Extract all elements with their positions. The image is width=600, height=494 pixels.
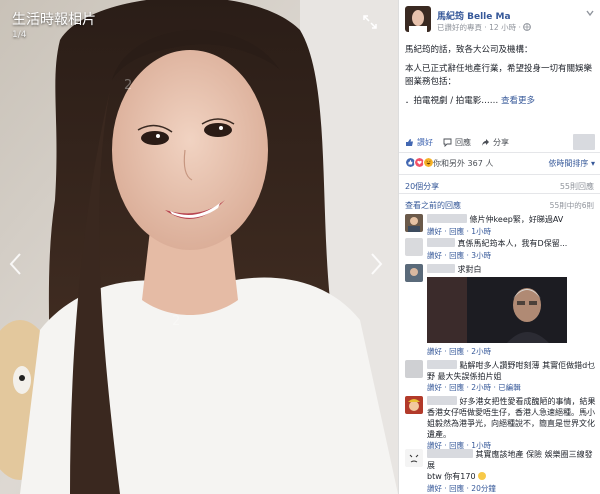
commenter-avatar[interactable] xyxy=(405,264,423,282)
post-meta-text: 已讚好的專頁 · 12 小時 · xyxy=(437,23,521,32)
comment: 點解咁多人讚野咁刻薄 其實佢做錯d乜野 最大失誤係拍片姐 讚好 · 回應 · 2… xyxy=(405,360,597,394)
comment-actions[interactable]: 讚好 · 回應 · 20分鐘 xyxy=(427,483,496,494)
post-panel: 馬紀筠 Belle Ma 已讚好的專頁 · 12 小時 · 馬紀筠的話，致各大公… xyxy=(398,0,600,494)
post-header: 馬紀筠 Belle Ma 已讚好的專頁 · 12 小時 · xyxy=(405,6,595,34)
post-paragraph-text: ．拍電視劇 / 拍電影…… xyxy=(405,96,499,106)
comment-actions[interactable]: 讚好 · 回應 · 1小時 xyxy=(427,226,491,237)
next-photo-icon[interactable] xyxy=(368,252,384,276)
comment-body: 條片仲keep緊，好睇過AV xyxy=(469,215,564,224)
redacted-name xyxy=(427,449,473,458)
action-bar: 讚好 回應 分享 xyxy=(405,134,595,150)
comment-body: 求對白 xyxy=(457,265,482,274)
commenter-avatar[interactable] xyxy=(405,214,423,232)
reaction-count: 你和另外 367 人 xyxy=(433,159,494,168)
comment-button[interactable]: 回應 xyxy=(443,137,471,148)
comment-text: 點解咁多人讚野咁刻薄 其實佢做錯d乜野 最大失誤係拍片姐 xyxy=(427,360,597,382)
smile-emoji-icon xyxy=(478,472,487,480)
comment-text: 真係馬紀筠本人，我有D保留... xyxy=(427,238,597,249)
comment-body: 真係馬紀筠本人，我有D保留... xyxy=(457,239,568,248)
comment-count: 55則中的6則 xyxy=(549,201,594,210)
see-more-link[interactable]: 查看更多 xyxy=(501,96,535,106)
comment-text: 求對白 xyxy=(427,264,597,275)
comment: 真係馬紀筠本人，我有D保留... 讚好 · 回應 · 3小時 xyxy=(405,238,597,262)
comment-body-line: btw 你有170 xyxy=(427,472,476,481)
commenter-avatar[interactable] xyxy=(405,449,423,467)
share-button[interactable]: 分享 xyxy=(481,137,509,148)
post-paragraph: ．拍電視劇 / 拍電影…… 查看更多 xyxy=(405,95,593,108)
commenter-avatar[interactable] xyxy=(405,396,423,414)
sort-order-label: 依時間排序 xyxy=(548,159,589,168)
comment: 好多港女把性愛看成醜陋的事情，結果香港女仔唔做愛唔生仔，香港人急速絕種。馬小姐毅… xyxy=(405,396,597,450)
thumbs-up-icon xyxy=(406,138,413,146)
comment-actions[interactable]: 讚好 · 回應 · 2小時 · 已編輯 xyxy=(427,382,521,393)
watermark: 2 xyxy=(172,314,181,329)
redacted-name xyxy=(427,238,455,247)
album-title: 生活時報相片 xyxy=(12,12,96,28)
comment-label: 回應 xyxy=(455,137,471,147)
divider xyxy=(399,152,600,153)
sort-order-dropdown[interactable]: 依時間排序 ▾ xyxy=(548,158,595,169)
watermark: 2 xyxy=(124,78,133,93)
photo-viewer[interactable]: 生活時報相片 1/4 2 2 xyxy=(0,0,398,494)
photo-counter: 1/4 xyxy=(12,30,27,40)
like-label: 讚好 xyxy=(417,137,433,147)
redacted-avatar xyxy=(573,134,595,150)
post-text: 馬紀筠的話，致各大公司及機構： 本人已正式辭任地產行業，希望投身一切有關娛樂圈業… xyxy=(405,44,593,114)
post-paragraph: 本人已正式辭任地產行業，希望投身一切有關娛樂圈業務包括： xyxy=(405,64,593,87)
author-name[interactable]: 馬紀筠 Belle Ma xyxy=(437,9,511,22)
comment-text: 條片仲keep緊，好睇過AV xyxy=(427,214,597,225)
comment: 條片仲keep緊，好睇過AV 讚好 · 回應 · 1小時 xyxy=(405,214,597,238)
post-paragraph: 馬紀筠的話，致各大公司及機構： xyxy=(405,45,533,55)
comment-image[interactable] xyxy=(427,277,567,343)
divider xyxy=(399,193,600,194)
share-label: 分享 xyxy=(493,137,509,147)
comment: 其實應該地產 保險 娛樂圈三線發展 btw 你有170 讚好 · 回應 · 20分… xyxy=(405,449,597,493)
like-button[interactable]: 讚好 xyxy=(405,137,433,148)
comment-text: 好多港女把性愛看成醜陋的事情，結果香港女仔唔做愛唔生仔，香港人急速絕種。馬小姐毅… xyxy=(427,396,597,440)
previous-photo-icon[interactable] xyxy=(8,252,24,276)
globe-icon xyxy=(523,23,532,31)
post-meta: 已讚好的專頁 · 12 小時 · xyxy=(437,22,532,33)
replies-count: 55則回應 xyxy=(559,182,594,191)
commenter-avatar[interactable] xyxy=(405,238,423,256)
comment-actions[interactable]: 讚好 · 回應 · 2小時 xyxy=(427,346,491,357)
comment: 求對白 讚好 · 回應 · 2小時 xyxy=(405,264,597,358)
comment-actions[interactable]: 讚好 · 回應 · 3小時 xyxy=(427,250,491,261)
redacted-name xyxy=(427,396,457,405)
redacted-name xyxy=(427,264,455,273)
redacted-name xyxy=(427,214,467,223)
divider xyxy=(399,174,600,175)
shares-link[interactable]: 20個分享 xyxy=(405,181,439,192)
expand-icon[interactable] xyxy=(362,14,378,30)
commenter-avatar[interactable] xyxy=(405,360,423,378)
comment-text: 其實應該地產 保險 娛樂圈三線發展 btw 你有170 xyxy=(427,449,597,482)
reaction-summary[interactable]: 你和另外 367 人 依時間排序 ▾ xyxy=(405,157,595,169)
share-icon xyxy=(482,138,489,146)
view-previous-comments-link[interactable]: 查看之前的回應 xyxy=(405,200,461,211)
comment-icon xyxy=(443,138,452,147)
redacted-name xyxy=(427,360,457,369)
chevron-down-icon[interactable] xyxy=(585,8,595,18)
photo xyxy=(0,0,398,494)
author-avatar[interactable] xyxy=(405,6,431,32)
